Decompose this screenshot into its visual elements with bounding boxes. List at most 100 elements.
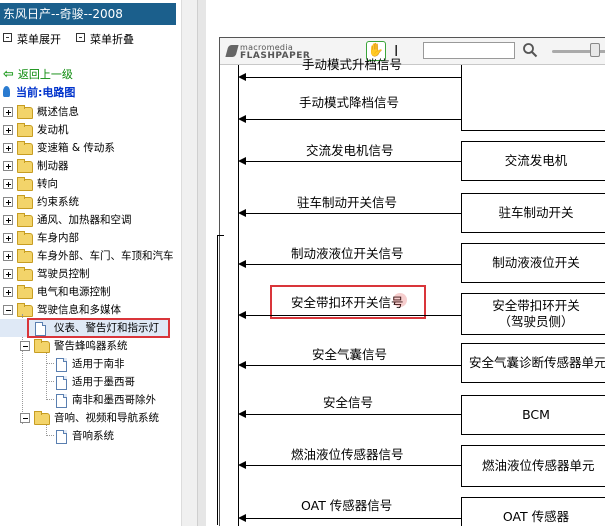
signal-line — [246, 264, 461, 265]
signal-line — [246, 161, 461, 162]
tree-connector — [46, 399, 54, 400]
signal-line — [246, 119, 461, 120]
location-pin-icon — [3, 86, 10, 97]
signal-arrow-icon — [238, 260, 246, 268]
tree-node-label: 驾驶信息和多媒体 — [37, 304, 121, 316]
tree-connector — [46, 352, 47, 400]
component-box: 驻车制动开关 — [461, 193, 605, 233]
signal-arrow-icon — [238, 361, 246, 369]
document-icon — [56, 394, 67, 408]
signal-line — [246, 518, 461, 519]
signal-line — [246, 213, 461, 214]
tree-node-label: 发动机 — [37, 124, 69, 136]
tree-doc-label: 南非和墨西哥除外 — [72, 394, 156, 406]
folder-icon — [17, 249, 33, 263]
tree-connector — [46, 363, 54, 364]
signal-label: 安全信号 — [323, 395, 374, 410]
signal-highlight-box — [270, 285, 426, 319]
collapse-menu-button[interactable]: 菜单折叠 — [76, 33, 134, 47]
expand-menu-label: 菜单展开 — [17, 33, 61, 46]
component-label: 交流发电机 — [504, 153, 568, 168]
component-box: 安全气囊诊断传感器单元 — [461, 343, 605, 383]
expand-toggle-icon[interactable] — [3, 107, 13, 117]
expand-toggle-icon[interactable] — [3, 269, 13, 279]
expand-toggle-icon[interactable] — [3, 125, 13, 135]
back-link-label: 返回上一级 — [17, 68, 73, 81]
open-folder-icon — [34, 411, 50, 425]
signal-label: 手动模式升档信号 — [302, 57, 403, 72]
tree-node-label: 驾驶员控制 — [37, 268, 90, 280]
tree-node-label: 概述信息 — [37, 106, 79, 118]
signal-label: 制动液液位开关信号 — [291, 246, 404, 261]
panel-title: 东风日产--奇骏--2008 — [0, 3, 176, 25]
collapse-all-icon — [76, 33, 85, 42]
expand-toggle-icon[interactable] — [3, 287, 13, 297]
component-box: 交流发电机 — [461, 141, 605, 181]
component-label: BCM — [522, 407, 550, 422]
folder-icon — [17, 213, 33, 227]
signal-label: 燃油液位传感器信号 — [291, 447, 404, 462]
expand-toggle-icon[interactable] — [3, 143, 13, 153]
component-box: BCM — [461, 395, 605, 435]
selection-highlight-box — [27, 318, 170, 338]
expand-menu-button[interactable]: 菜单展开 — [3, 33, 61, 47]
diagram-bus-line — [217, 235, 224, 236]
signal-line — [246, 315, 461, 316]
expand-toggle-icon[interactable] — [3, 251, 13, 261]
back-link[interactable]: ⇦ 返回上一级 — [3, 68, 73, 82]
signal-label: 交流发电机信号 — [306, 143, 394, 158]
component-box — [461, 65, 605, 131]
signal-line — [246, 414, 461, 415]
signal-arrow-icon — [238, 73, 246, 81]
back-arrow-icon: ⇦ — [3, 67, 14, 82]
tree-node-label: 音响、视频和导航系统 — [54, 412, 159, 424]
expand-toggle-icon[interactable] — [3, 215, 13, 225]
tree-node-label: 车身外部、车门、车顶和汽车 — [37, 250, 174, 262]
document-icon — [56, 376, 67, 390]
folder-icon — [17, 177, 33, 191]
tree-doc-label: 适用于墨西哥 — [72, 376, 135, 388]
signal-arrow-icon — [238, 514, 246, 522]
flashpaper-logo-icon — [225, 45, 239, 57]
signal-label: 安全气囊信号 — [312, 347, 388, 362]
folder-icon — [17, 105, 33, 119]
viewer-toolbar: macromedia FLASHPAPER ✋ I — [220, 38, 605, 65]
tree-doc-label: 适用于南非 — [72, 358, 125, 370]
signal-line — [246, 465, 461, 466]
collapse-toggle-icon[interactable] — [20, 341, 30, 351]
zoom-slider-handle[interactable] — [590, 43, 600, 57]
signal-label: OAT 传感器信号 — [301, 498, 393, 513]
diagram-bus-line — [217, 235, 218, 525]
collapse-toggle-icon[interactable] — [20, 413, 30, 423]
folder-icon — [17, 231, 33, 245]
tree-node-label: 通风、加热器和空调 — [37, 214, 132, 226]
tree-node-label: 转向 — [37, 178, 58, 190]
component-box: 安全带扣环开关 （驾驶员侧） — [461, 293, 605, 335]
signal-arrow-icon — [238, 410, 246, 418]
collapse-menu-label: 菜单折叠 — [90, 33, 134, 46]
expand-toggle-icon[interactable] — [3, 179, 13, 189]
expand-toggle-icon[interactable] — [3, 197, 13, 207]
document-icon — [56, 358, 67, 372]
component-sublabel: （驾驶员侧） — [498, 314, 574, 329]
hand-icon: ✋ — [367, 43, 385, 58]
folder-icon — [17, 141, 33, 155]
component-box: 燃油液位传感器单元 — [461, 445, 605, 487]
component-label: 安全带扣环开关 — [492, 298, 580, 313]
folder-icon — [17, 195, 33, 209]
navigation-tree-panel: 东风日产--奇骏--2008 菜单展开 菜单折叠 ⇦ 返回上一级 当前:电路图 概… — [0, 0, 181, 526]
search-input[interactable] — [423, 42, 515, 59]
viewer-margin — [198, 0, 206, 526]
panel-splitter[interactable] — [181, 0, 198, 526]
open-folder-icon — [34, 339, 50, 353]
component-label: OAT 传感器 — [502, 509, 570, 524]
expand-toggle-icon[interactable] — [3, 233, 13, 243]
open-folder-icon — [17, 303, 33, 317]
flashpaper-viewer: macromedia FLASHPAPER ✋ I 手动模式升档信号 手动模式降… — [206, 0, 605, 526]
search-icon[interactable] — [522, 42, 538, 58]
expand-toggle-icon[interactable] — [3, 161, 13, 171]
wiring-diagram: 手动模式升档信号 手动模式降档信号 交流发电机信号 交流发电机 驻车制动开关信号… — [206, 57, 605, 526]
signal-arrow-icon — [238, 157, 246, 165]
folder-icon — [17, 159, 33, 173]
collapse-toggle-icon[interactable] — [3, 305, 13, 315]
